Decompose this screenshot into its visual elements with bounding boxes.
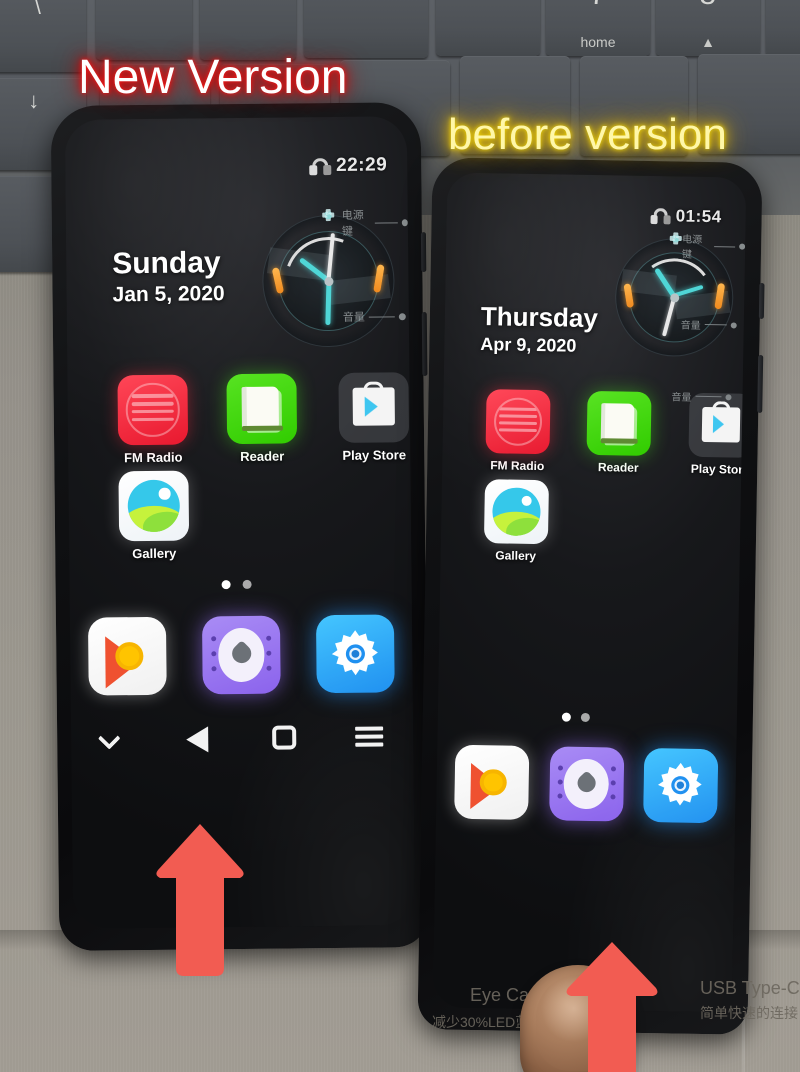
keyboard-key-backslash2-label: \ — [304, 0, 428, 4]
settings-gear-icon[interactable] — [643, 747, 719, 824]
keyboard-key-9-sublabel: pg — [766, 34, 800, 50]
keyboard-key-backslash[interactable]: \ — [0, 0, 86, 72]
phone-right-date: Apr 9, 2020 — [480, 334, 577, 356]
phone-right-power-button[interactable] — [758, 282, 765, 319]
phone-right-status-bar: 01:54 — [650, 206, 722, 227]
app-play-store[interactable]: Play Store — [327, 372, 415, 463]
keyboard-key-down-arrow-label: ↓ — [28, 88, 40, 113]
phone-left-screen[interactable]: 22:29 Sunday Jan 5, 2020 电源键 音量 FM Radio… — [64, 116, 416, 929]
gallery-icon — [483, 479, 550, 545]
nav-back-button[interactable] — [178, 721, 220, 755]
clock-second-hand — [324, 280, 331, 326]
phone-right-date-widget[interactable]: Thursday Apr 9, 2020 — [480, 301, 598, 357]
phone-left-callout-power-text: 电源键 — [341, 209, 364, 238]
headphone-icon — [309, 157, 332, 175]
settings-gear-icon[interactable] — [315, 614, 395, 694]
phone-before-version[interactable]: 01:54 Thursday Apr 9, 2020 电源键 音量 音量 FM … — [417, 157, 765, 1035]
app-play-store[interactable]: Play Store — [676, 392, 747, 477]
play-music-icon[interactable] — [454, 744, 530, 820]
printed-usb-type-c: USB Type-C™ — [700, 978, 800, 998]
play-music-icon[interactable] — [87, 616, 167, 696]
keyboard-key-backslash-label: \ — [34, 0, 42, 19]
phone-left-volume-button[interactable] — [421, 312, 428, 377]
fm-radio-icon — [485, 389, 551, 455]
nav-recents-button[interactable] — [349, 719, 391, 753]
app-gallery-label: Gallery — [132, 545, 177, 562]
phone-left-dock — [87, 612, 395, 697]
app-reader-label: Reader — [240, 448, 285, 464]
app-gallery[interactable]: Gallery — [475, 479, 558, 563]
keyboard-key-8-up[interactable]: 8 ▲ — [656, 0, 760, 56]
nav-home-button[interactable] — [264, 720, 306, 754]
phone-left-date-widget[interactable]: Sunday Jan 5, 2020 — [112, 246, 225, 307]
keyboard-key-7-sublabel: home — [580, 34, 616, 50]
phone-left-status-bar: 22:29 — [309, 154, 387, 177]
keyboard-key-7-home[interactable]: 7 home — [546, 0, 650, 56]
reader-icon — [586, 390, 652, 457]
nav-hide-button[interactable] — [93, 722, 135, 756]
phone-left-callout-power: 电源键 — [342, 206, 408, 239]
phone-right-page-indicator[interactable] — [561, 712, 590, 723]
keyboard-key-8-sublabel: ▲ — [701, 34, 715, 50]
back-triangle-icon — [186, 726, 209, 753]
phone-right-callout-power: 电源键 — [682, 231, 746, 262]
keyboard-key-9-label: 9 — [766, 0, 800, 12]
clock-center-hub — [669, 292, 679, 303]
clock-center-hub — [323, 276, 333, 286]
app-fm-radio[interactable]: FM Radio — [109, 374, 196, 465]
chevron-down-icon — [97, 727, 121, 750]
music-player-icon[interactable] — [548, 746, 624, 822]
phone-right-screen[interactable]: 01:54 Thursday Apr 9, 2020 电源键 音量 音量 FM … — [432, 172, 747, 1013]
phone-left-callout-volume: 音量 — [343, 308, 406, 325]
phone-right-volume-button[interactable] — [757, 354, 764, 413]
app-reader[interactable]: Reader — [218, 373, 305, 464]
keyboard-key-blank-4[interactable] — [436, 0, 540, 56]
phone-left-navigation-bar — [93, 716, 391, 759]
page-dot-inactive — [580, 712, 590, 723]
phone-right-callout-volume-text: 音量 — [680, 320, 701, 332]
photo-scene: \ ↓ \ 7 home 8 ▲ 9 pg 22:29 — [0, 0, 800, 1072]
recents-lines-icon — [355, 726, 384, 747]
phone-right-callout-power-text: 电源键 — [681, 234, 703, 261]
arrow-pointing-to-new-version-navbar — [150, 818, 250, 983]
phone-left-day-of-week: Sunday — [112, 246, 221, 281]
app-gallery[interactable]: Gallery — [110, 470, 197, 561]
app-fm-radio-label: FM Radio — [123, 449, 183, 466]
keyboard-key-8-label: 8 — [656, 0, 760, 12]
headphone-icon — [650, 208, 671, 225]
keyboard-key-7-label: 7 — [546, 0, 650, 12]
music-player-icon[interactable] — [201, 615, 281, 695]
fm-radio-icon — [117, 374, 189, 446]
phone-right-day-of-week: Thursday — [480, 301, 599, 334]
annotation-new-version: New Version — [78, 51, 348, 104]
phone-left-page-indicator[interactable] — [221, 579, 252, 590]
play-store-icon — [688, 392, 747, 458]
annotation-before-version: before version — [448, 110, 727, 159]
phone-left-status-clock: 22:29 — [336, 154, 388, 176]
phone-left-power-button[interactable] — [420, 232, 427, 273]
app-reader-label: Reader — [597, 460, 639, 475]
app-fm-radio[interactable]: FM Radio — [476, 389, 559, 473]
gallery-icon — [118, 470, 190, 542]
app-fm-radio-label: FM Radio — [490, 458, 545, 474]
phone-right-callout-volume: 音量 — [681, 317, 737, 333]
phone-right-dock — [454, 743, 719, 826]
phone-left-callout-volume-text: 音量 — [342, 311, 365, 324]
home-square-icon — [271, 725, 296, 750]
app-reader[interactable]: Reader — [577, 390, 660, 475]
app-gallery-label: Gallery — [495, 548, 537, 564]
phone-left-date: Jan 5, 2020 — [112, 282, 225, 307]
page-dot-active — [561, 712, 571, 722]
reader-icon — [226, 373, 298, 445]
app-play-store-label: Play Store — [342, 447, 407, 463]
arrow-pointing-to-before-version-phone — [560, 938, 664, 1072]
app-play-store-label: Play Store — [690, 461, 747, 477]
printed-usb-cn: 简单快速的连接 — [700, 1005, 798, 1021]
play-store-icon — [338, 372, 410, 443]
phone-right-status-clock: 01:54 — [675, 206, 722, 227]
page-dot-inactive — [242, 579, 252, 589]
page-dot-active — [221, 580, 231, 590]
keyboard-key-9-pgup[interactable]: 9 pg — [766, 0, 800, 56]
